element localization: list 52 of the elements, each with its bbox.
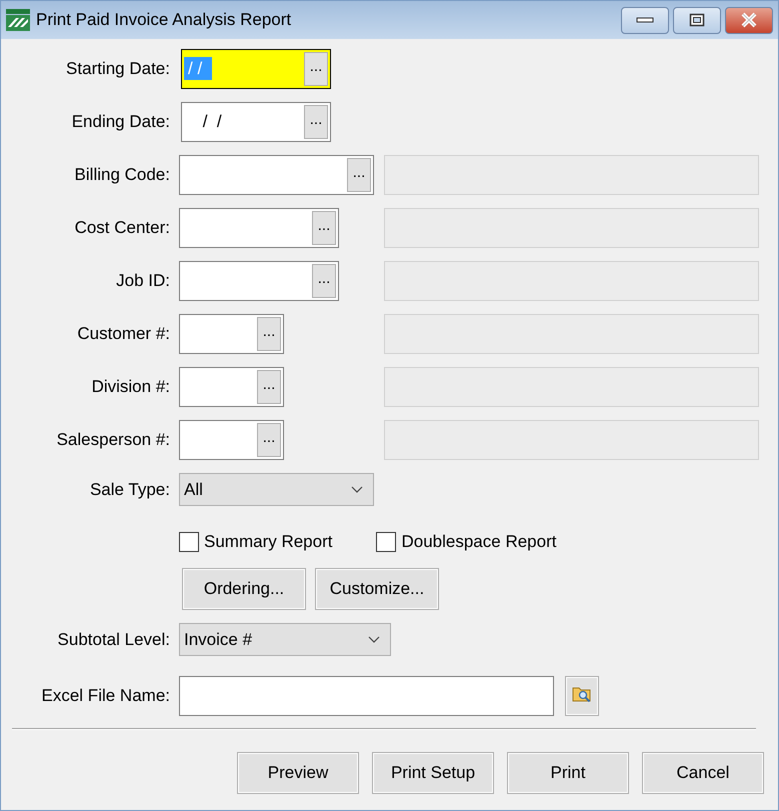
- minimize-button[interactable]: [621, 6, 669, 34]
- date-field[interactable]: / / ...: [181, 102, 331, 142]
- maximize-button[interactable]: [673, 6, 721, 34]
- dialog-button[interactable]: Preview: [237, 752, 359, 794]
- checkbox[interactable]: [179, 532, 199, 552]
- field-label: Cost Center:: [74, 218, 170, 238]
- option-button[interactable]: Ordering...: [182, 568, 306, 610]
- browse-button[interactable]: ...: [312, 264, 336, 298]
- dialog-button[interactable]: Cancel: [642, 752, 764, 794]
- browse-button[interactable]: ...: [304, 105, 328, 139]
- field-label: Starting Date:: [65, 59, 170, 79]
- folder-search-icon: [572, 685, 592, 702]
- field-label: Division #:: [90, 377, 170, 397]
- browse-button[interactable]: ...: [257, 317, 281, 351]
- field-label: Billing Code:: [74, 165, 170, 185]
- browse-button[interactable]: [565, 676, 599, 716]
- date-field[interactable]: / / ...: [181, 49, 331, 89]
- app-icon: [6, 9, 30, 31]
- dialog-button[interactable]: Print Setup: [372, 752, 494, 794]
- input-field[interactable]: ...: [179, 155, 374, 195]
- field-label: Excel File Name:: [40, 686, 170, 706]
- field-label: Customer #:: [76, 324, 170, 344]
- browse-button[interactable]: ...: [312, 211, 336, 245]
- chevron-down-icon: [368, 636, 380, 644]
- browse-button[interactable]: ...: [347, 158, 371, 192]
- input-field[interactable]: ...: [179, 420, 284, 460]
- close-button[interactable]: [725, 6, 773, 34]
- subtotal-level-dropdown[interactable]: Invoice #: [179, 623, 391, 656]
- browse-button[interactable]: ...: [257, 370, 281, 404]
- field-label: Sale Type:: [88, 480, 170, 500]
- field-label: Ending Date:: [70, 112, 170, 132]
- field-label: Job ID:: [115, 271, 170, 291]
- checkbox[interactable]: [376, 532, 396, 552]
- checkbox-label: Summary Report: [204, 532, 332, 552]
- input-field[interactable]: ...: [179, 208, 339, 248]
- input-field[interactable]: ...: [179, 314, 284, 354]
- checkbox-label: Doublespace Report: [401, 532, 556, 552]
- maximize-icon: [689, 13, 705, 27]
- input-field[interactable]: ...: [179, 367, 284, 407]
- sale-type-dropdown[interactable]: All: [179, 473, 374, 506]
- close-icon: [740, 12, 758, 28]
- browse-button[interactable]: ...: [257, 423, 281, 457]
- dialog-button[interactable]: Print: [507, 752, 629, 794]
- chevron-down-icon: [351, 486, 363, 494]
- browse-button[interactable]: ...: [304, 52, 328, 86]
- minimize-icon: [636, 17, 654, 23]
- input-field[interactable]: [179, 676, 554, 716]
- window-title: Print Paid Invoice Analysis Report: [36, 10, 292, 30]
- option-button[interactable]: Customize...: [315, 568, 439, 610]
- field-label: Subtotal Level:: [56, 630, 170, 650]
- field-label: Salesperson #:: [56, 430, 170, 450]
- input-field[interactable]: ...: [179, 261, 339, 301]
